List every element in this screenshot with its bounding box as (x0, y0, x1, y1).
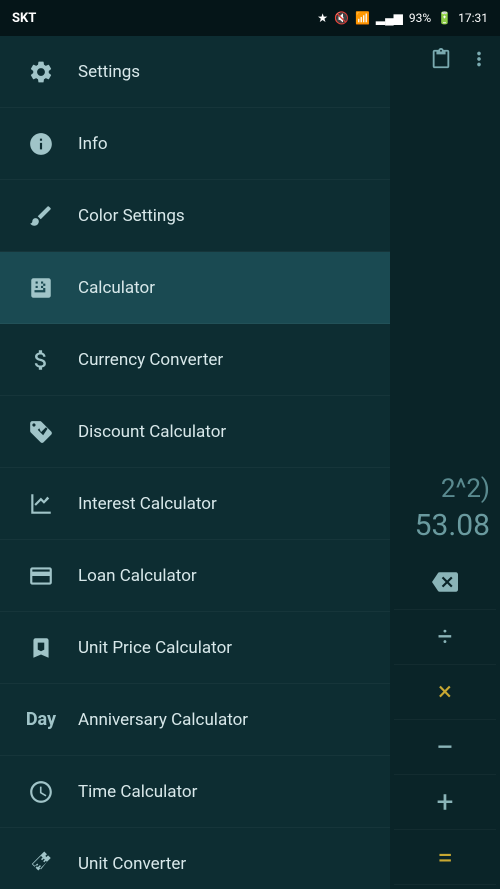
calculator-label: Calculator (78, 278, 155, 298)
paint-brush-icon (20, 203, 62, 229)
carrier-label: SKT (12, 11, 36, 26)
loan-icon (20, 563, 62, 589)
time-calculator-label: Time Calculator (78, 782, 197, 802)
status-icons-group: ★ 🔇 📶 ▂▄▆ 93% 🔋 17:31 (317, 11, 488, 25)
battery-icon: 🔋 (437, 11, 452, 25)
interest-icon (20, 491, 62, 517)
backspace-button[interactable] (394, 555, 496, 610)
sidebar-item-calculator[interactable]: Calculator (0, 252, 390, 324)
calc-result: 53.08 (400, 508, 490, 543)
battery-level: 93% (409, 11, 431, 25)
anniversary-calculator-label: Anniversary Calculator (78, 710, 248, 730)
ruler-icon (20, 851, 62, 877)
multiply-button[interactable]: × (394, 665, 496, 720)
info-icon (20, 131, 62, 157)
sidebar-item-discount-calculator[interactable]: Discount Calculator (0, 396, 390, 468)
signal-icon: ▂▄▆ (376, 11, 403, 25)
subtract-symbol: − (436, 728, 454, 766)
equals-symbol: = (437, 841, 452, 874)
more-vert-button[interactable] (464, 44, 494, 79)
sidebar-item-currency-converter[interactable]: Currency Converter (0, 324, 390, 396)
add-button[interactable]: + (394, 775, 496, 830)
clipboard-button[interactable] (426, 44, 456, 79)
status-bar: SKT ★ 🔇 📶 ▂▄▆ 93% 🔋 17:31 (0, 0, 500, 36)
unit-price-calculator-label: Unit Price Calculator (78, 638, 232, 658)
divide-symbol: ÷ (438, 622, 453, 652)
settings-label: Settings (78, 62, 140, 82)
subtract-button[interactable]: − (394, 720, 496, 775)
sidebar-item-unit-price-calculator[interactable]: Unit Price Calculator (0, 612, 390, 684)
sidebar-item-unit-converter[interactable]: Unit Converter (0, 828, 390, 889)
calc-top-bar (390, 36, 500, 86)
gear-icon (20, 59, 62, 85)
info-label: Info (78, 134, 108, 154)
sidebar-item-settings[interactable]: Settings (0, 36, 390, 108)
bluetooth-icon: ★ (317, 11, 328, 25)
mute-icon: 🔇 (334, 11, 349, 25)
interest-calculator-label: Interest Calculator (78, 494, 217, 514)
time-display: 17:31 (458, 11, 488, 25)
loan-calculator-label: Loan Calculator (78, 566, 197, 586)
sidebar-item-time-calculator[interactable]: Time Calculator (0, 756, 390, 828)
calc-buttons: ÷ × − + = (390, 551, 500, 889)
navigation-drawer: Settings Info Color Settings (0, 36, 390, 889)
wifi-icon: 📶 (355, 11, 370, 25)
main-container: Settings Info Color Settings (0, 36, 500, 889)
multiply-symbol: × (438, 677, 452, 707)
calc-expression: 2^2) (400, 474, 490, 504)
color-settings-label: Color Settings (78, 206, 185, 226)
sidebar-item-loan-calculator[interactable]: Loan Calculator (0, 540, 390, 612)
unit-converter-label: Unit Converter (78, 854, 186, 874)
calc-display: 2^2) 53.08 (390, 86, 500, 551)
equals-button[interactable]: = (394, 830, 496, 885)
divide-button[interactable]: ÷ (394, 610, 496, 665)
calculator-area: 2^2) 53.08 ÷ × − + = (390, 36, 500, 889)
add-symbol: + (436, 785, 453, 820)
day-text-icon: Day (20, 709, 62, 730)
discount-calculator-label: Discount Calculator (78, 422, 226, 442)
scale-icon (20, 635, 62, 661)
calculator-icon (20, 275, 62, 301)
sidebar-item-anniversary-calculator[interactable]: Day Anniversary Calculator (0, 684, 390, 756)
percent-tag-icon (20, 419, 62, 445)
dollar-icon (20, 347, 62, 373)
sidebar-item-color-settings[interactable]: Color Settings (0, 180, 390, 252)
sidebar-item-interest-calculator[interactable]: Interest Calculator (0, 468, 390, 540)
sidebar-item-info[interactable]: Info (0, 108, 390, 180)
currency-converter-label: Currency Converter (78, 350, 223, 370)
clock-icon (20, 779, 62, 805)
